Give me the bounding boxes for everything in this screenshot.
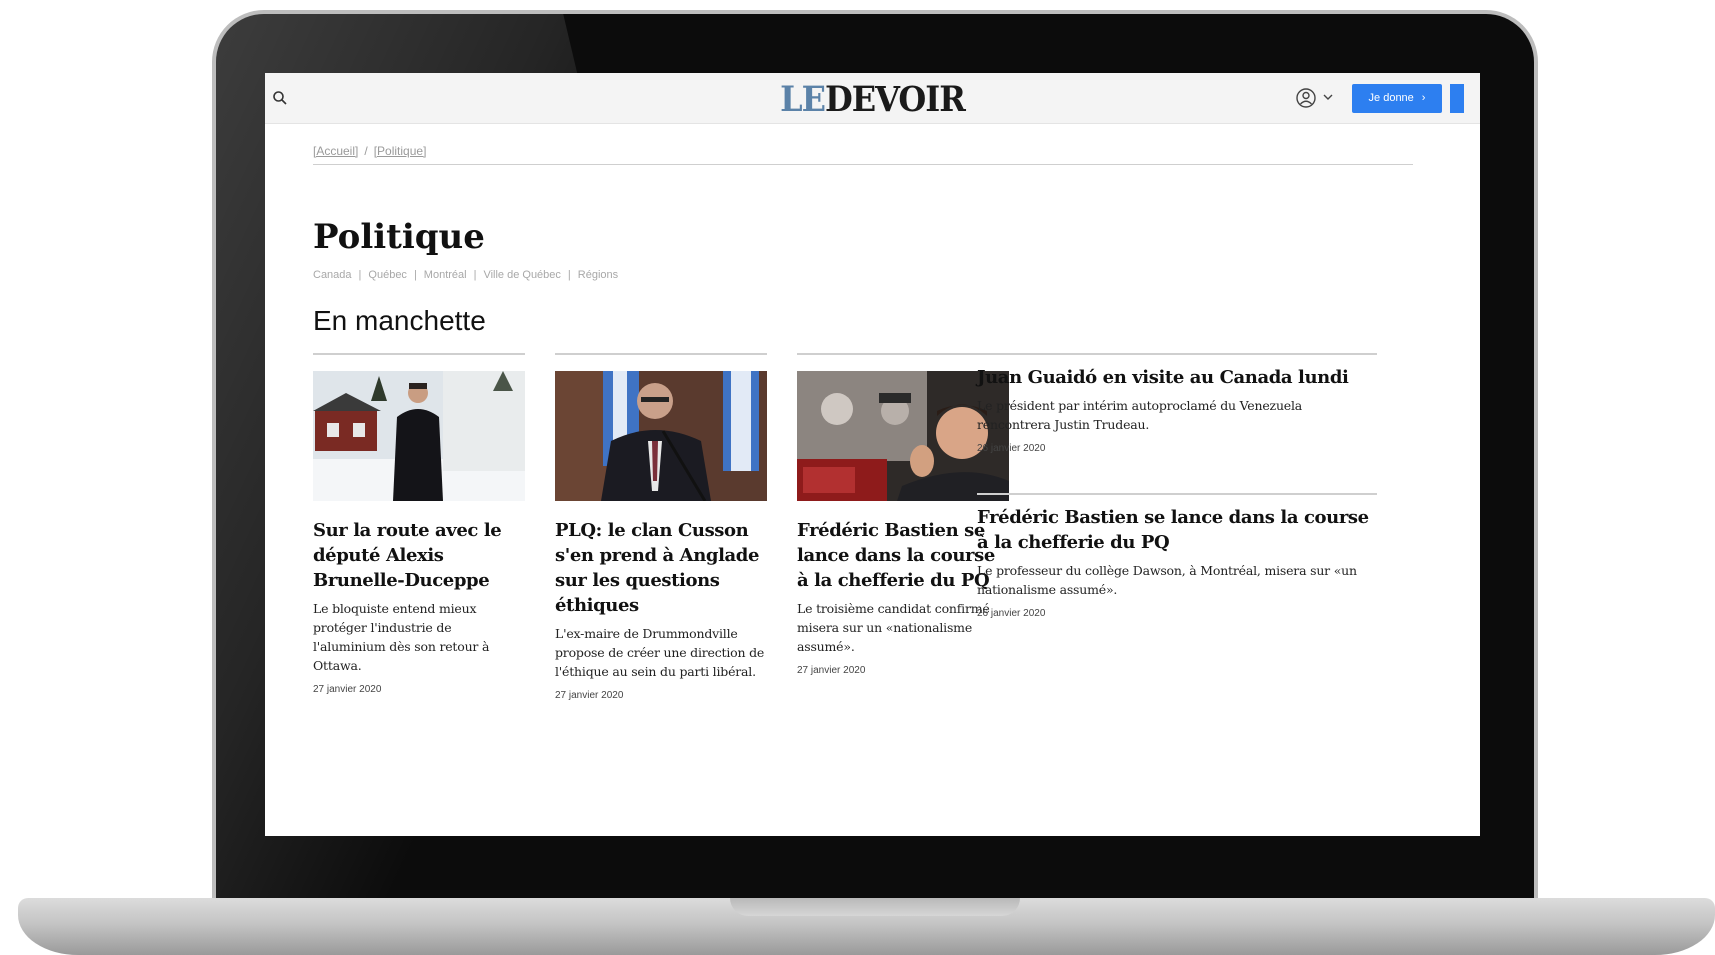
subnav-canada[interactable]: Canada <box>313 269 352 281</box>
subnav-divider: | <box>413 269 417 281</box>
article-title[interactable]: Sur la route avec le député Alexis Brune… <box>313 518 525 593</box>
side-article-summary: Le professeur du collège Dawson, à Montr… <box>977 563 1357 597</box>
browser-viewport: LEDEVOIR Je donne › [Accueil] / [Politique]… <box>265 73 1480 836</box>
logo-le: LE <box>780 78 826 120</box>
site-header: LEDEVOIR Je donne › <box>265 73 1480 124</box>
side-article-title[interactable]: Frédéric Bastien se lance dans la course… <box>977 505 1377 555</box>
blue-strip <box>1450 84 1464 113</box>
side-article-summary: Le président par intérim autoproclamé du… <box>977 398 1303 432</box>
subnav-quebec[interactable]: Québec <box>368 269 407 281</box>
subnav-divider: | <box>473 269 477 281</box>
account-icon[interactable] <box>1295 87 1317 109</box>
article-date: 27 janvier 2020 <box>313 684 382 695</box>
article-summary: L'ex-maire de Drummondville propose de c… <box>555 626 765 679</box>
side-article-date: 26 janvier 2020 <box>977 443 1046 454</box>
chevron-down-icon[interactable] <box>1322 92 1334 102</box>
breadcrumb: [Accueil] / [Politique] <box>313 144 1413 165</box>
side-article-title[interactable]: Juan Guaidó en visite au Canada lundi <box>977 365 1377 390</box>
chevron-right-icon: › <box>1421 92 1426 104</box>
laptop-hinge-notch <box>730 898 1020 916</box>
subnav-montreal[interactable]: Montréal <box>424 269 467 281</box>
article-card[interactable]: Sur la route avec le député Alexis Brune… <box>313 353 525 695</box>
section-subnav: Canada | Québec | Montréal | Ville de Québec | R… <box>313 269 618 281</box>
section-title: En manchette <box>313 305 486 336</box>
logo-devoir: DEVOIR <box>825 78 966 120</box>
breadcrumb-current[interactable]: [Politique] <box>374 144 427 158</box>
article-title[interactable]: PLQ: le clan Cusson s'en prend à Anglade… <box>555 518 767 618</box>
subnav-ville-de-quebec[interactable]: Ville de Québec <box>483 269 560 281</box>
article-photo[interactable] <box>555 371 767 501</box>
subnav-regions[interactable]: Régions <box>578 269 618 281</box>
breadcrumb-separator: / <box>364 144 368 158</box>
article-photo[interactable] <box>313 371 525 501</box>
page-title: Politique <box>313 217 485 257</box>
article-card[interactable]: PLQ: le clan Cusson s'en prend à Anglade… <box>555 353 767 701</box>
subnav-divider: | <box>358 269 362 281</box>
side-article[interactable]: Frédéric Bastien se lance dans la course… <box>977 493 1377 619</box>
article-summary: Le bloquiste entend mieux protéger l'ind… <box>313 601 490 673</box>
donate-button[interactable]: Je donne › <box>1352 84 1442 113</box>
article-date: 27 janvier 2020 <box>797 665 866 676</box>
breadcrumb-home[interactable]: [Accueil] <box>313 144 358 158</box>
side-article[interactable]: Juan Guaidó en visite au Canada lundi Le… <box>977 353 1377 454</box>
subnav-divider: | <box>567 269 571 281</box>
article-date: 27 janvier 2020 <box>555 690 624 701</box>
donate-label: Je donne <box>1368 92 1414 104</box>
side-article-date: 26 janvier 2020 <box>977 608 1046 619</box>
